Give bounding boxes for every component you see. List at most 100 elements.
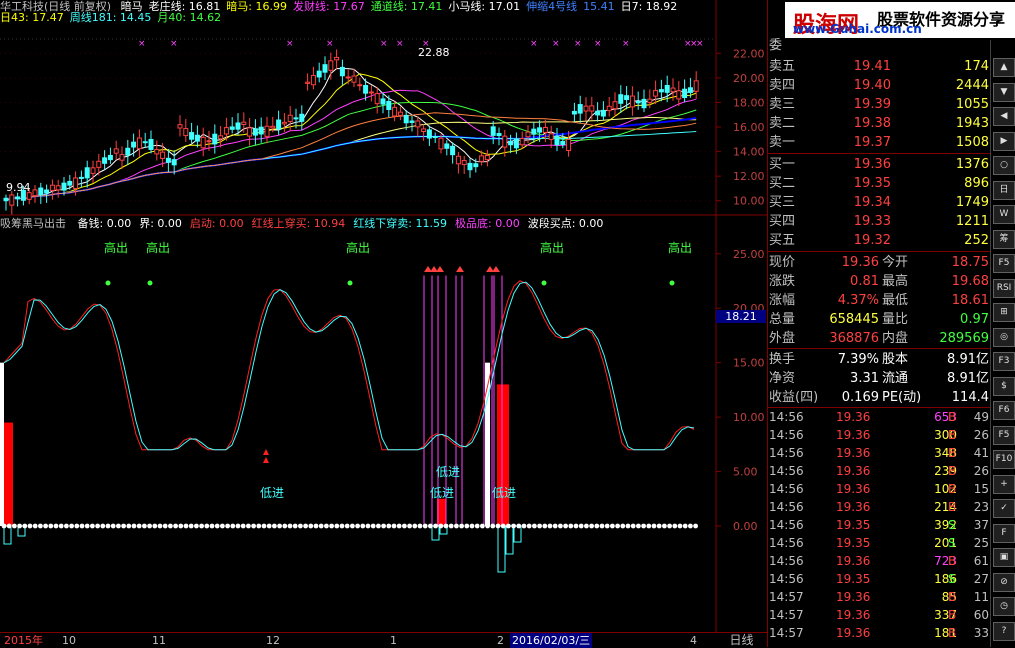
zero-line-dot [27, 523, 33, 529]
toolbar-button[interactable]: W [993, 205, 1015, 224]
zero-line-dot [303, 523, 308, 529]
toolbar-button[interactable]: F [993, 523, 1015, 543]
ask-level-row[interactable]: 卖五 19.41 174 [768, 57, 991, 76]
zero-line-dot [365, 523, 371, 529]
candle-body [525, 131, 531, 138]
zero-line-dot [251, 523, 256, 529]
stat-value: 289569 [939, 331, 989, 346]
candle-body [241, 121, 247, 125]
indicator-value: 红线下穿卖: 11.59 [353, 217, 448, 230]
candle-body [270, 125, 276, 129]
toolbar-button[interactable]: ○ [993, 156, 1015, 175]
zero-line-dot [604, 523, 610, 529]
toolbar-button[interactable]: ▲ [993, 58, 1015, 77]
tick-row[interactable]: 14:57 19.36 85 B 11 [768, 588, 991, 606]
zero-line-dot [48, 523, 54, 529]
toolbar-button[interactable]: ◎ [993, 327, 1015, 347]
zero-line-dot [620, 523, 626, 529]
tick-row[interactable]: 14:57 19.36 181 B 33 [768, 624, 991, 642]
zero-line-dot [428, 523, 433, 529]
tick-row[interactable]: 14:56 19.36 300 B 26 [768, 426, 991, 444]
level-label: 卖四 [769, 78, 796, 93]
zero-line-dot [90, 523, 95, 529]
ask-level-row[interactable]: 卖四 19.40 2444 [768, 76, 991, 95]
toolbar-button[interactable]: ⊞ [993, 303, 1015, 322]
tick-row[interactable]: 14:57 19.36 337 B 60 [768, 606, 991, 624]
toolbar-button[interactable]: ▼ [993, 82, 1015, 102]
bid-level-row[interactable]: 买三 19.34 1749 [768, 193, 991, 212]
tick-row[interactable]: 14:56 19.36 239 B 26 [768, 462, 991, 480]
toolbar-button[interactable]: F6 [993, 401, 1015, 420]
zero-line-dot [495, 523, 501, 529]
period-label[interactable]: 日线 [716, 632, 767, 648]
indicator-name[interactable]: 吸筹黑马出击 [0, 217, 66, 230]
zero-line-dot [116, 523, 121, 529]
toolbar-button[interactable]: ◀ [993, 107, 1015, 126]
toolbar-button[interactable]: ◷ [993, 597, 1015, 616]
chart-area[interactable]: 22.0020.0018.0016.0014.0012.0010.00 22.8… [0, 0, 767, 632]
tick-row[interactable]: 14:56 19.36 214 B 23 [768, 498, 991, 516]
toolbar-button[interactable]: F5 [993, 254, 1015, 273]
fund-value: 8.91亿 [947, 352, 989, 367]
zero-line-dot [178, 523, 184, 529]
zero-line-dot [688, 523, 693, 529]
candle-body [9, 194, 15, 206]
signal-cross: × [530, 39, 538, 49]
stat-label: 外盘 [769, 331, 796, 346]
candle-body [281, 121, 287, 125]
zero-line-dot [22, 523, 28, 529]
bid-level-row[interactable]: 买五 19.32 252 [768, 231, 991, 250]
date-axis-label: 2 [497, 634, 504, 647]
toolbar-button[interactable]: ✓ [993, 499, 1015, 518]
fund-label: 收益(四) [769, 390, 819, 405]
toolbar-button[interactable]: F10 [993, 450, 1015, 469]
bid-level-row[interactable]: 买四 19.33 1211 [768, 212, 991, 231]
tick-row[interactable]: 14:56 19.35 186 S 27 [768, 570, 991, 588]
zero-line-dot [552, 523, 558, 529]
high-signal-label: 高出 [346, 240, 370, 255]
toolbar-button[interactable]: F5 [993, 425, 1015, 445]
toolbar-button[interactable]: ▶ [993, 131, 1015, 151]
bid-level-row[interactable]: 买二 19.35 896 [768, 174, 991, 193]
zero-line-dot [438, 523, 444, 529]
zero-line-dot [272, 523, 277, 529]
tick-row[interactable]: 14:56 19.36 723 B 61 [768, 552, 991, 570]
zero-line-dot [547, 523, 553, 529]
tick-count: 37 [973, 518, 989, 532]
toolbar-button[interactable]: ▣ [993, 548, 1015, 567]
tick-side: B [948, 590, 957, 604]
zero-line-dot [142, 523, 147, 529]
tick-row[interactable]: 14:56 19.36 348 B 41 [768, 444, 991, 462]
tick-row[interactable]: 14:56 19.36 653 B 49 [768, 408, 991, 426]
candle-body [334, 56, 340, 61]
high-signal-label: 高出 [668, 240, 692, 255]
candle-body [177, 124, 183, 129]
toolbar-button[interactable]: 筹 [993, 229, 1015, 249]
ask-level-row[interactable]: 卖二 19.38 1943 [768, 114, 991, 133]
toolbar-button[interactable]: ? [993, 621, 1015, 641]
zero-line-dot [209, 523, 215, 529]
signal-cross: × [326, 39, 334, 49]
zero-line-dot [511, 523, 516, 529]
ma-legend-item: 周线181: 14.45 [69, 11, 152, 24]
tick-row[interactable]: 14:56 19.35 392 S 37 [768, 516, 991, 534]
tick-count: 11 [973, 590, 989, 604]
toolbar-button[interactable]: + [993, 474, 1015, 494]
level-volume: 2444 [955, 78, 989, 93]
toolbar-button[interactable]: RSI [993, 278, 1015, 298]
tick-row[interactable]: 14:56 19.35 201 S 25 [768, 534, 991, 552]
ask-level-row[interactable]: 卖一 19.37 1508 [768, 133, 991, 152]
toolbar-button[interactable]: ⊘ [993, 572, 1015, 592]
bid-level-row[interactable]: 买一 19.36 1376 [768, 155, 991, 174]
toolbar-button[interactable]: F3 [993, 352, 1015, 371]
toolbar-button[interactable]: 日 [993, 180, 1015, 200]
candle-body [276, 119, 282, 130]
ma-line [5, 101, 697, 202]
high-signal-dot [105, 280, 111, 286]
cyan-histogram-bar [497, 525, 506, 573]
ask-level-row[interactable]: 卖三 19.39 1055 [768, 95, 991, 114]
signal-cross: × [594, 39, 602, 49]
tick-row[interactable]: 14:56 19.36 102 B 15 [768, 480, 991, 498]
toolbar-button[interactable]: $ [993, 376, 1015, 396]
level-label: 买四 [769, 214, 796, 229]
